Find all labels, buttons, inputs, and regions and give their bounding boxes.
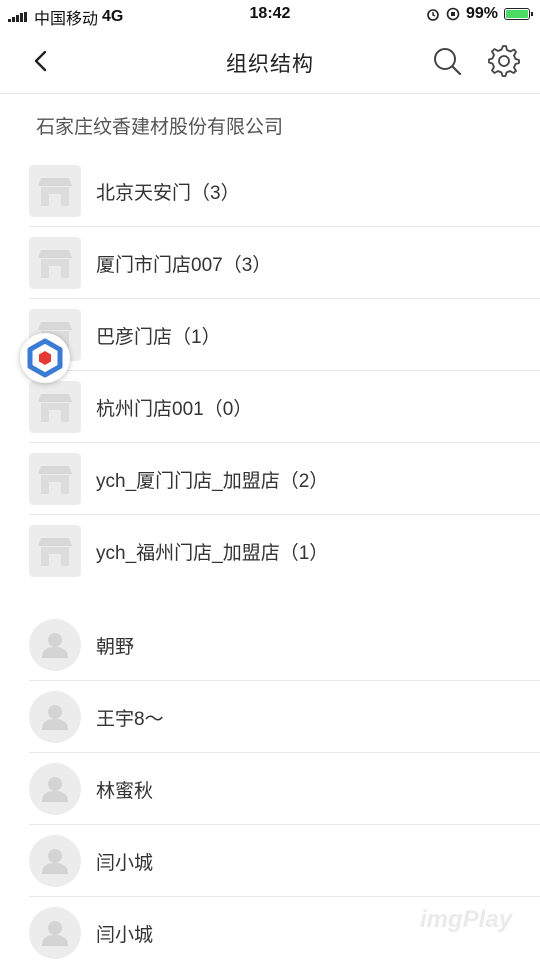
store-label: ych_福州门店_加盟店（1） <box>96 543 329 564</box>
avatar <box>29 763 81 815</box>
store-row[interactable]: 厦门市门店007（3） <box>0 227 540 299</box>
store-icon <box>29 381 81 433</box>
store-row[interactable]: ych_福州门店_加盟店（1） <box>0 515 540 587</box>
company-name: 石家庄纹香建材股份有限公司 <box>36 117 284 138</box>
status-right: 99% <box>426 5 533 23</box>
person-row[interactable]: 林蜜秋 <box>0 753 540 825</box>
person-label: 闫小城 <box>96 925 154 946</box>
store-icon <box>29 237 81 289</box>
person-label: 王宇8～ <box>96 709 164 730</box>
status-bar: 中国移动 4G 18:42 99% <box>0 0 540 30</box>
person-row[interactable]: 闫小城 <box>0 825 540 897</box>
gear-icon[interactable] <box>487 44 521 78</box>
avatar <box>29 835 81 887</box>
store-row[interactable]: ych_厦门门店_加盟店（2） <box>0 443 540 515</box>
search-icon[interactable] <box>430 44 464 78</box>
alarm-icon <box>427 9 439 21</box>
store-icon <box>29 165 81 217</box>
store-icon <box>29 525 81 577</box>
store-icon <box>29 453 81 505</box>
store-label: ych_厦门门店_加盟店（2） <box>96 471 329 492</box>
store-label: 巴彦门店（1） <box>96 327 221 348</box>
store-label: 厦门市门店007（3） <box>96 255 272 276</box>
avatar <box>29 691 81 743</box>
person-label: 朝野 <box>96 637 135 658</box>
battery-percent: 99% <box>465 5 498 22</box>
store-label: 北京天安门（3） <box>96 183 240 204</box>
org-list: 北京天安门（3） 厦门市门店007（3） 巴彦门店（1） 杭州门店001（0） … <box>0 155 540 969</box>
person-label: 林蜜秋 <box>96 781 154 802</box>
floating-assistant-button[interactable] <box>20 333 70 383</box>
store-label: 杭州门店001（0） <box>96 399 253 420</box>
avatar <box>29 907 81 959</box>
person-row[interactable]: 王宇8～ <box>0 681 540 753</box>
store-row[interactable]: 巴彦门店（1） <box>0 299 540 371</box>
person-row[interactable]: 朝野 <box>0 609 540 681</box>
hexagon-icon <box>27 338 63 378</box>
store-row[interactable]: 北京天安门（3） <box>0 155 540 227</box>
navigation-bar: 组织结构 <box>0 30 540 94</box>
orientation-lock-icon <box>446 7 460 21</box>
avatar <box>29 619 81 671</box>
battery-icon <box>504 8 533 20</box>
person-label: 闫小城 <box>96 853 154 874</box>
watermark: imgPlay <box>420 906 513 933</box>
store-row[interactable]: 杭州门店001（0） <box>0 371 540 443</box>
